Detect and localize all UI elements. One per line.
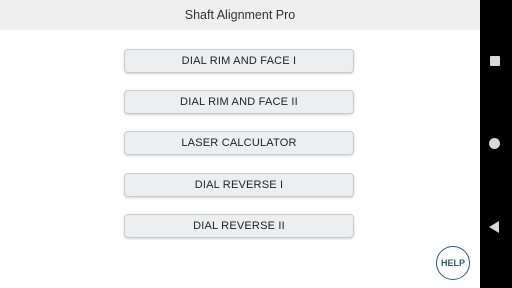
dial-reverse-ii-button[interactable]: DIAL REVERSE II	[124, 214, 354, 238]
dial-reverse-i-button[interactable]: DIAL REVERSE I	[124, 173, 354, 197]
screen: Shaft Alignment Pro DIAL RIM AND FACE I …	[0, 0, 512, 288]
button-label: DIAL RIM AND FACE I	[181, 55, 297, 67]
home-circle-icon[interactable]	[489, 138, 500, 149]
help-button[interactable]: HELP	[436, 246, 470, 280]
dial-rim-and-face-ii-button[interactable]: DIAL RIM AND FACE II	[124, 90, 354, 114]
laser-calculator-button[interactable]: LASER CALCULATOR	[124, 131, 354, 155]
app-window: Shaft Alignment Pro DIAL RIM AND FACE I …	[0, 0, 480, 288]
recents-square-icon[interactable]	[490, 56, 500, 66]
help-label: HELP	[440, 258, 465, 268]
button-label: DIAL RIM AND FACE II	[180, 96, 298, 108]
back-triangle-icon[interactable]	[489, 221, 499, 233]
button-label: DIAL REVERSE II	[193, 220, 285, 232]
title-bar: Shaft Alignment Pro	[0, 0, 480, 30]
button-label: LASER CALCULATOR	[181, 137, 297, 149]
app-title: Shaft Alignment Pro	[184, 8, 296, 22]
dial-rim-and-face-i-button[interactable]: DIAL RIM AND FACE I	[124, 49, 354, 73]
button-label: DIAL REVERSE I	[194, 179, 284, 191]
